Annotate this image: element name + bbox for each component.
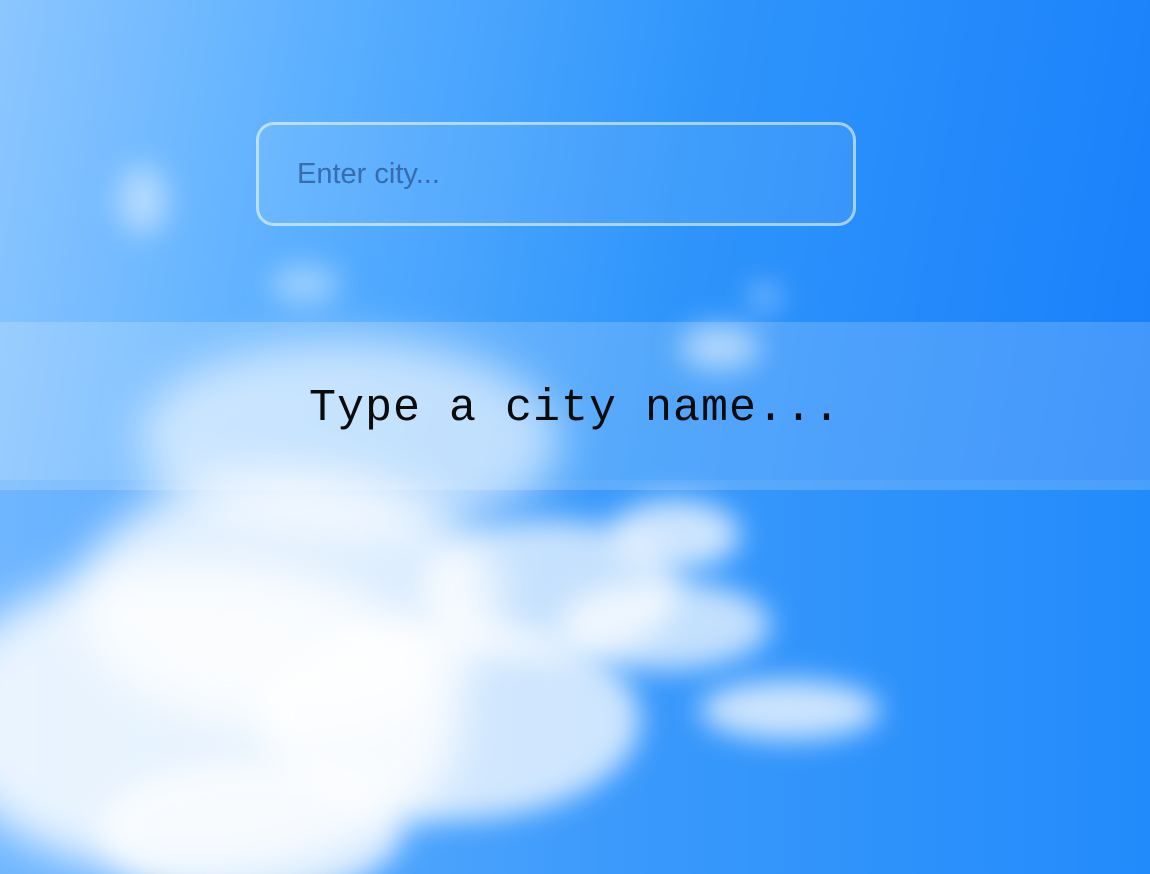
- city-search-box[interactable]: [256, 122, 856, 226]
- city-search-input[interactable]: [259, 125, 853, 223]
- cloud-shape: [700, 680, 880, 740]
- cloud-shape: [270, 265, 340, 305]
- cloud-shape: [610, 500, 740, 570]
- weather-message-band: Type a city name...: [0, 322, 1150, 490]
- cloud-shape: [750, 285, 780, 310]
- prompt-message: Type a city name...: [308, 382, 842, 434]
- cloud-shape: [560, 580, 770, 670]
- cloud-shape: [118, 165, 168, 235]
